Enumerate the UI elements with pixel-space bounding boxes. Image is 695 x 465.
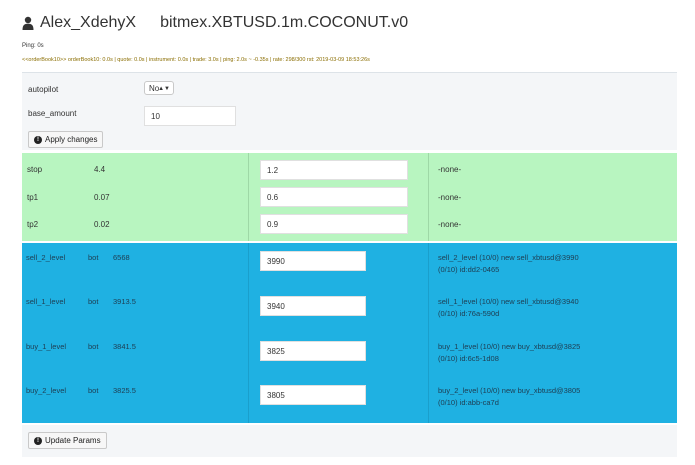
info-icon: ! bbox=[34, 436, 42, 445]
update-params-label: Update Params bbox=[45, 436, 101, 445]
autopilot-select[interactable]: No ▲▼ bbox=[144, 81, 174, 95]
level-status-line: buy_2_level (10/0) new buy_xbtusd@3805 bbox=[438, 386, 581, 395]
param-current: 4.4 bbox=[94, 165, 106, 174]
param-current: 0.02 bbox=[94, 220, 110, 229]
level-status-id: (0/10) id:6c5-1d08 bbox=[438, 354, 499, 363]
param-row: stop 4.4 1.2 -none- bbox=[22, 156, 677, 184]
param-name: tp2 bbox=[27, 220, 39, 229]
apply-changes-label: Apply changes bbox=[45, 135, 98, 144]
level-name: buy_1_level bbox=[26, 342, 67, 351]
level-status-id: (0/10) id:dd2-0465 bbox=[438, 265, 500, 274]
param-status: -none- bbox=[438, 165, 462, 174]
level-current: 3841.5 bbox=[113, 342, 136, 351]
page-header: Alex_XdehyX bitmex.XBTUSD.1m.COCONUT.v0 bbox=[22, 14, 408, 32]
param-current: 0.07 bbox=[94, 193, 110, 202]
params-panel: stop 4.4 1.2 -none- tp1 0.07 0.6 -none- … bbox=[22, 153, 677, 241]
level-source: bot bbox=[88, 297, 99, 306]
levels-panel: sell_2_level bot 6568 3990 sell_2_level … bbox=[22, 243, 677, 423]
param-input[interactable]: 1.2 bbox=[260, 160, 408, 180]
level-current: 6568 bbox=[113, 253, 130, 262]
level-current: 3913.5 bbox=[113, 297, 136, 306]
level-status-line: buy_1_level (10/0) new buy_xbtusd@3825 bbox=[438, 342, 581, 351]
level-input[interactable]: 3805 bbox=[260, 385, 366, 405]
param-status: -none- bbox=[438, 220, 462, 229]
base-amount-input[interactable]: 10 bbox=[144, 106, 236, 126]
param-row: tp1 0.07 0.6 -none- bbox=[22, 184, 677, 212]
updown-icon: ▲▼ bbox=[158, 86, 170, 92]
update-panel: ! Update Params bbox=[22, 425, 677, 457]
ping-status: Ping: 0s bbox=[22, 43, 44, 49]
level-row: buy_2_level bot 3825.5 3805 buy_2_level … bbox=[22, 376, 677, 420]
param-name: stop bbox=[27, 165, 43, 174]
level-status: buy_2_level (10/0) new buy_xbtusd@3805 (… bbox=[438, 385, 580, 409]
level-name: sell_2_level bbox=[26, 253, 66, 262]
level-status: sell_1_level (10/0) new sell_xbtusd@3940… bbox=[438, 296, 579, 320]
level-row: sell_1_level bot 3913.5 3940 sell_1_leve… bbox=[22, 287, 677, 331]
level-input[interactable]: 3825 bbox=[260, 341, 366, 361]
user-icon bbox=[22, 16, 34, 30]
level-name: sell_1_level bbox=[26, 297, 66, 306]
level-source: bot bbox=[88, 253, 99, 262]
param-input[interactable]: 0.6 bbox=[260, 187, 408, 207]
level-name: buy_2_level bbox=[26, 386, 67, 395]
base-amount-label: base_amount bbox=[28, 109, 77, 118]
connection-status-line: <<orderBook10>> orderBook10: 0.0s | quot… bbox=[22, 57, 370, 63]
level-status: sell_2_level (10/0) new sell_xbtusd@3990… bbox=[438, 252, 579, 276]
apply-changes-button[interactable]: ! Apply changes bbox=[28, 131, 104, 148]
level-status: buy_1_level (10/0) new buy_xbtusd@3825 (… bbox=[438, 341, 580, 365]
bot-title: bitmex.XBTUSD.1m.COCONUT.v0 bbox=[160, 14, 409, 31]
autopilot-label: autopilot bbox=[28, 85, 59, 94]
param-status: -none- bbox=[438, 193, 462, 202]
param-name: tp1 bbox=[27, 193, 39, 202]
param-row: tp2 0.02 0.9 -none- bbox=[22, 211, 677, 239]
username: Alex_XdehyX bbox=[40, 14, 137, 31]
level-input[interactable]: 3990 bbox=[260, 251, 366, 271]
level-status-line: sell_1_level (10/0) new sell_xbtusd@3940 bbox=[438, 297, 579, 306]
level-source: bot bbox=[88, 386, 99, 395]
level-status-id: (0/10) id:76a-590d bbox=[438, 309, 500, 318]
update-params-button[interactable]: ! Update Params bbox=[28, 432, 107, 449]
settings-panel: autopilot No ▲▼ base_amount 10 ! Apply c… bbox=[22, 72, 677, 150]
level-status-line: sell_2_level (10/0) new sell_xbtusd@3990 bbox=[438, 253, 579, 262]
level-row: buy_1_level bot 3841.5 3825 buy_1_level … bbox=[22, 332, 677, 376]
info-icon: ! bbox=[34, 135, 42, 144]
param-input[interactable]: 0.9 bbox=[260, 214, 408, 234]
level-row: sell_2_level bot 6568 3990 sell_2_level … bbox=[22, 243, 677, 287]
level-status-id: (0/10) id:abb-ca7d bbox=[438, 398, 499, 407]
level-input[interactable]: 3940 bbox=[260, 296, 366, 316]
level-source: bot bbox=[88, 342, 99, 351]
level-current: 3825.5 bbox=[113, 386, 136, 395]
